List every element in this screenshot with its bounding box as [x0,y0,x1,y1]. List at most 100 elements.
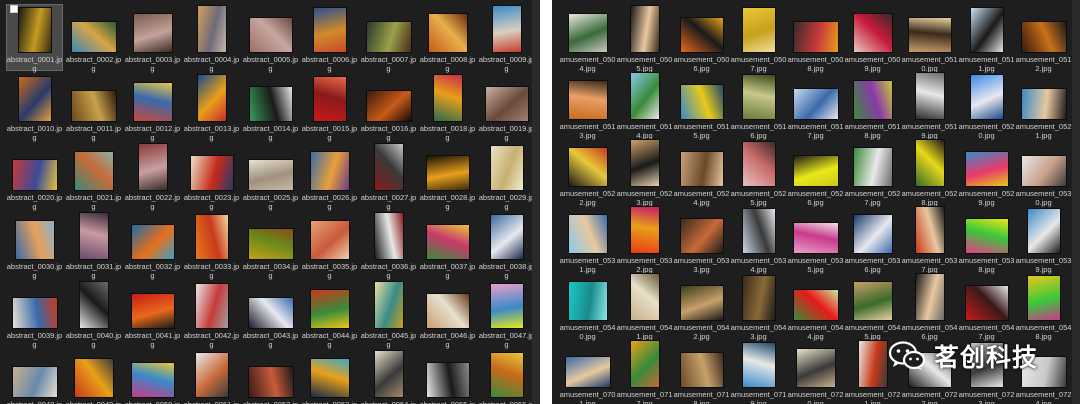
file-thumbnail-item[interactable]: abstract_0056.jpg [477,348,536,404]
file-thumbnail-item[interactable]: abstract_0034.jpg [241,210,300,280]
file-thumbnail-item[interactable]: abstract_0054.jpg [359,348,418,404]
file-thumbnail-item[interactable]: amusement_0537.jpg [901,204,958,274]
file-thumbnail-item[interactable]: amusement_0507.jpg [730,3,787,73]
file-thumbnail-item[interactable]: abstract_0033.jpg [182,210,241,280]
file-thumbnail-item[interactable]: amusement_0521.jpg [1015,70,1072,140]
file-thumbnail-item[interactable]: amusement_0532.jpg [616,204,673,274]
file-thumbnail-item[interactable]: abstract_0037.jpg [418,210,477,280]
file-thumbnail-item[interactable]: amusement_0720.jpg [787,338,844,404]
file-thumbnail-item[interactable]: amusement_0512.jpg [1015,3,1072,73]
file-thumbnail-item[interactable]: abstract_0041.jpg [123,279,182,349]
file-thumbnail-item[interactable]: amusement_0531.jpg [559,204,616,274]
file-thumbnail-item[interactable]: amusement_0530.jpg [1015,137,1072,207]
file-thumbnail-item[interactable]: abstract_0012.jpg [123,72,182,142]
select-all-checkbox[interactable] [10,5,18,13]
file-thumbnail-item[interactable]: abstract_0039.jpg [5,279,64,349]
file-thumbnail-item[interactable]: abstract_0021.jpg [64,141,123,211]
file-thumbnail-item[interactable]: amusement_0519.jpg [901,70,958,140]
file-thumbnail-item[interactable]: amusement_0526.jpg [787,137,844,207]
file-thumbnail-item[interactable]: abstract_0053.jpg [300,348,359,404]
file-thumbnail-item[interactable]: amusement_0522.jpg [559,137,616,207]
file-thumbnail-item[interactable]: abstract_0044.jpg [300,279,359,349]
file-thumbnail-item[interactable]: abstract_0008.jpg [418,3,477,73]
file-thumbnail-item[interactable]: amusement_0534.jpg [730,204,787,274]
file-thumbnail-item[interactable]: abstract_0046.jpg [418,279,477,349]
file-thumbnail-item[interactable]: abstract_0027.jpg [359,141,418,211]
file-thumbnail-item[interactable]: abstract_0052.jpg [241,348,300,404]
file-thumbnail-item[interactable]: abstract_0038.jpg [477,210,536,280]
file-thumbnail-item[interactable]: amusement_0509.jpg [844,3,901,73]
file-thumbnail-item[interactable]: amusement_0505.jpg [616,3,673,73]
file-thumbnail-item[interactable]: abstract_0036.jpg [359,210,418,280]
left-scrollbar[interactable] [532,0,540,404]
file-thumbnail-item[interactable]: amusement_0529.jpg [958,137,1015,207]
file-thumbnail-item[interactable]: abstract_0050.jpg [123,348,182,404]
file-thumbnail-item[interactable]: abstract_0047.jpg [477,279,536,349]
file-thumbnail-item[interactable]: amusement_0542.jpg [673,271,730,341]
file-thumbnail-item[interactable]: abstract_0031.jpg [64,210,123,280]
file-thumbnail-item[interactable]: amusement_0541.jpg [616,271,673,341]
file-thumbnail-item[interactable]: amusement_0539.jpg [1015,204,1072,274]
file-thumbnail-item[interactable]: abstract_0022.jpg [123,141,182,211]
file-thumbnail-item[interactable]: abstract_0045.jpg [359,279,418,349]
file-thumbnail-item[interactable]: amusement_0548.jpg [1015,271,1072,341]
file-thumbnail-item[interactable]: amusement_0527.jpg [844,137,901,207]
file-thumbnail-item[interactable]: amusement_0510.jpg [901,3,958,73]
file-thumbnail-item[interactable]: amusement_0533.jpg [673,204,730,274]
file-thumbnail-item[interactable]: abstract_0055.jpg [418,348,477,404]
file-thumbnail-item[interactable]: amusement_0506.jpg [673,3,730,73]
file-thumbnail-item[interactable]: amusement_0543.jpg [730,271,787,341]
file-thumbnail-item[interactable]: amusement_0717.jpg [616,338,673,404]
file-thumbnail-item[interactable]: abstract_0042.jpg [182,279,241,349]
file-thumbnail-item[interactable]: amusement_0540.jpg [559,271,616,341]
file-thumbnail-item[interactable]: amusement_0504.jpg [559,3,616,73]
file-thumbnail-item[interactable]: abstract_0040.jpg [64,279,123,349]
right-scrollbar[interactable] [1072,0,1080,404]
file-thumbnail-item[interactable]: abstract_0019.jpg [477,72,536,142]
file-thumbnail-item[interactable]: amusement_0535.jpg [787,204,844,274]
file-thumbnail-item[interactable]: abstract_0003.jpg [123,3,182,73]
file-thumbnail-item[interactable]: amusement_0508.jpg [787,3,844,73]
file-thumbnail-item[interactable]: abstract_0029.jpg [477,141,536,211]
file-thumbnail-item[interactable]: abstract_0025.jpg [241,141,300,211]
file-thumbnail-item[interactable]: abstract_0004.jpg [182,3,241,73]
file-thumbnail-item[interactable]: amusement_0513.jpg [559,70,616,140]
file-thumbnail-item[interactable]: amusement_0514.jpg [616,70,673,140]
file-thumbnail-item[interactable]: amusement_0538.jpg [958,204,1015,274]
file-thumbnail-item[interactable]: amusement_0701.jpg [559,338,616,404]
file-thumbnail-item[interactable]: amusement_0536.jpg [844,204,901,274]
file-thumbnail-item[interactable]: amusement_0718.jpg [673,338,730,404]
file-thumbnail-item[interactable]: abstract_0015.jpg [300,72,359,142]
file-thumbnail-item[interactable]: amusement_0524.jpg [673,137,730,207]
file-thumbnail-item[interactable]: amusement_0525.jpg [730,137,787,207]
file-thumbnail-item[interactable]: abstract_0014.jpg [241,72,300,142]
file-thumbnail-item[interactable]: amusement_0517.jpg [787,70,844,140]
file-thumbnail-item[interactable]: abstract_0048.jpg [5,348,64,404]
file-thumbnail-item[interactable]: abstract_0006.jpg [300,3,359,73]
file-thumbnail-item[interactable]: abstract_0005.jpg [241,3,300,73]
file-thumbnail-item[interactable]: abstract_0009.jpg [477,3,536,73]
file-thumbnail-item[interactable]: abstract_0032.jpg [123,210,182,280]
file-thumbnail-item[interactable]: abstract_0030.jpg [5,210,64,280]
file-thumbnail-item[interactable]: abstract_0016.jpg [359,72,418,142]
file-thumbnail-item[interactable]: amusement_0528.jpg [901,137,958,207]
file-thumbnail-item[interactable]: abstract_0002.jpg [64,3,123,73]
file-thumbnail-item[interactable]: abstract_0043.jpg [241,279,300,349]
file-thumbnail-item[interactable]: amusement_0520.jpg [958,70,1015,140]
file-thumbnail-item[interactable]: abstract_0001.jpg [5,3,64,73]
file-thumbnail-item[interactable]: abstract_0028.jpg [418,141,477,211]
file-thumbnail-item[interactable]: amusement_0523.jpg [616,137,673,207]
file-thumbnail-item[interactable]: abstract_0011.jpg [64,72,123,142]
file-thumbnail-item[interactable]: abstract_0007.jpg [359,3,418,73]
file-thumbnail-item[interactable]: amusement_0719.jpg [730,338,787,404]
file-thumbnail-item[interactable]: amusement_0518.jpg [844,70,901,140]
file-thumbnail-item[interactable]: amusement_0547.jpg [958,271,1015,341]
file-thumbnail-item[interactable]: amusement_0546.jpg [901,271,958,341]
file-thumbnail-item[interactable]: amusement_0516.jpg [730,70,787,140]
file-thumbnail-item[interactable]: amusement_0544.jpg [787,271,844,341]
file-thumbnail-item[interactable]: abstract_0010.jpg [5,72,64,142]
file-thumbnail-item[interactable]: abstract_0051.jpg [182,348,241,404]
file-thumbnail-item[interactable]: amusement_0511.jpg [958,3,1015,73]
file-thumbnail-item[interactable]: abstract_0023.jpg [182,141,241,211]
file-thumbnail-item[interactable]: abstract_0018.jpg [418,72,477,142]
